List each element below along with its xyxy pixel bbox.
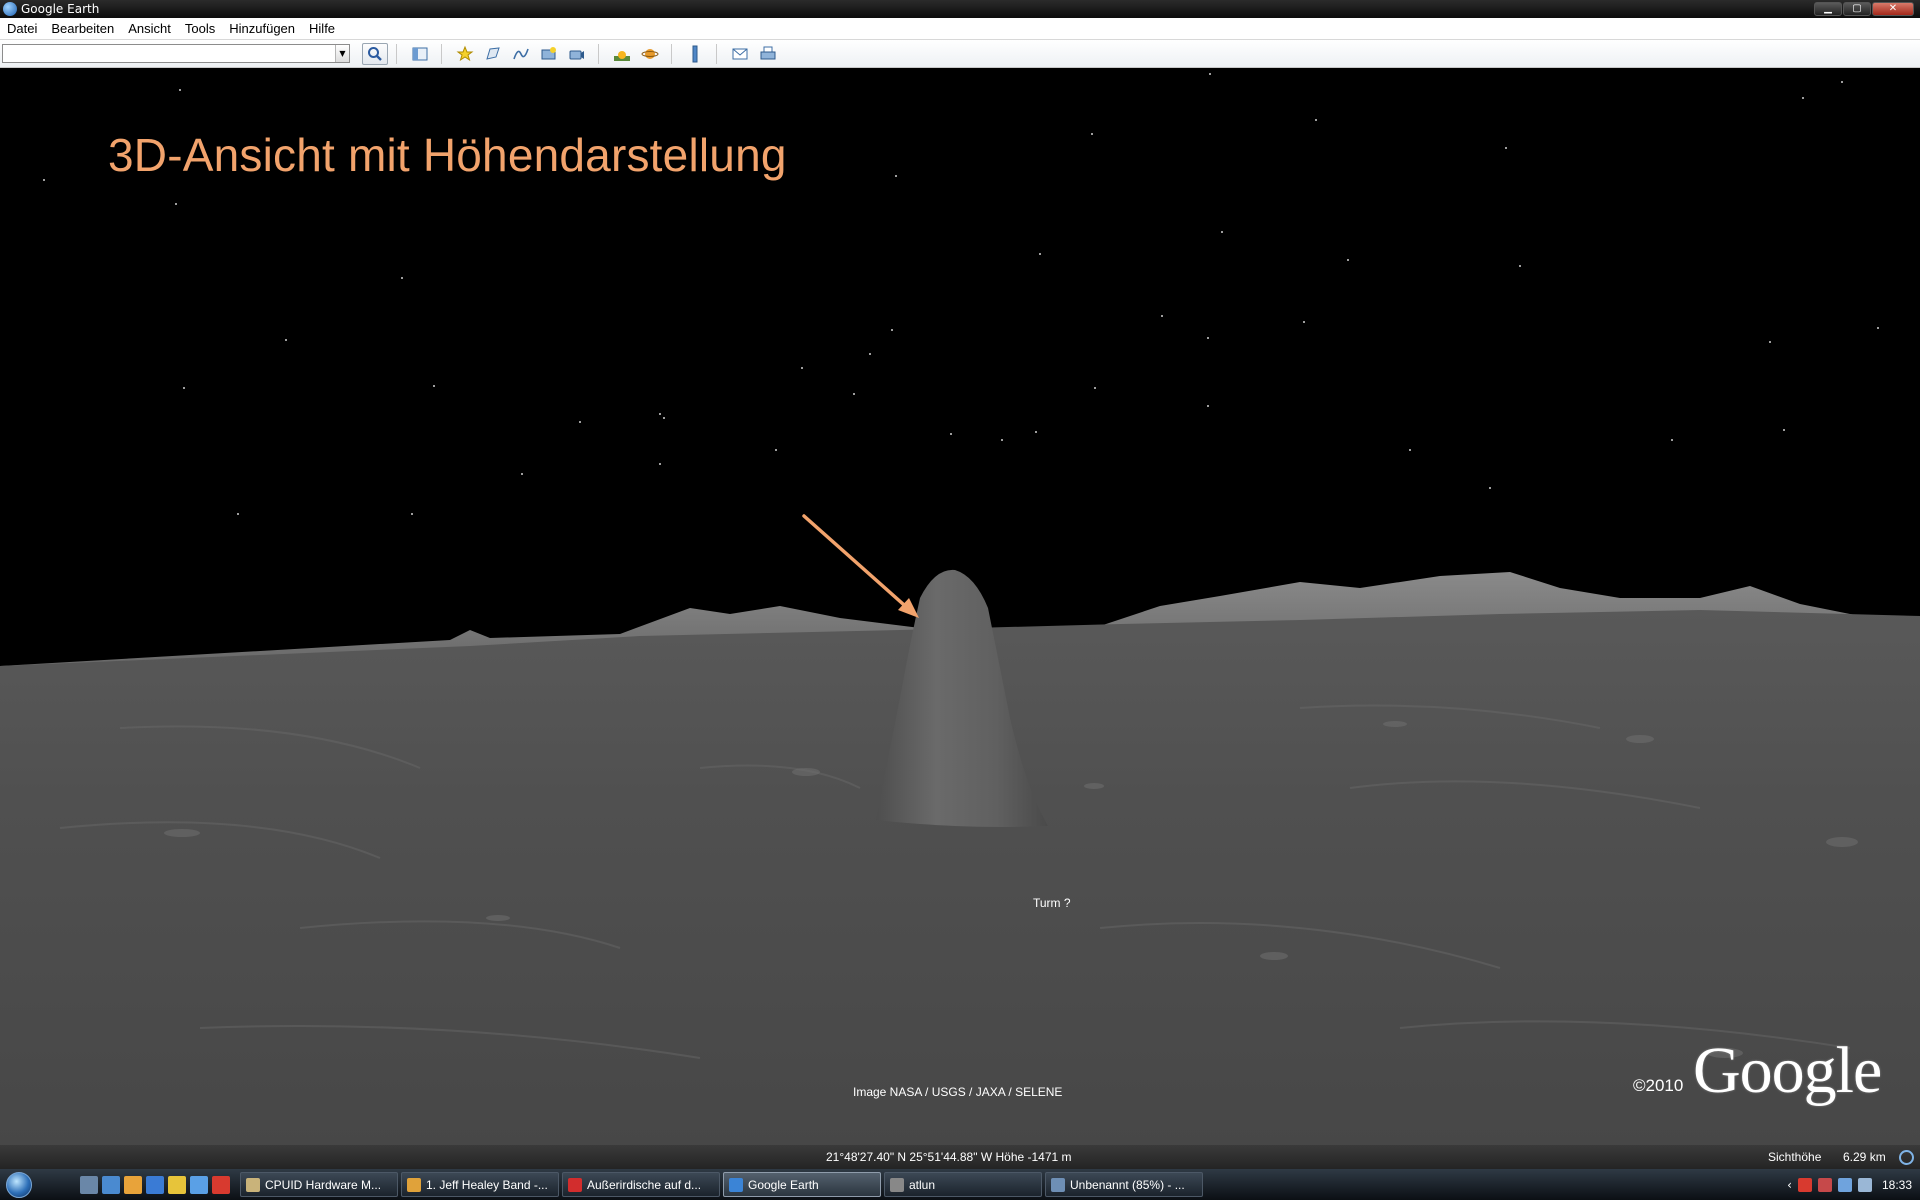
- task-label: 1. Jeff Healey Band -...: [426, 1177, 548, 1192]
- toolbar-separator: [396, 43, 397, 64]
- sunlight-button[interactable]: [609, 43, 635, 65]
- annotation-heading: 3D-Ansicht mit Höhendarstellung: [108, 129, 787, 181]
- switch-windows-icon[interactable]: [146, 1175, 164, 1194]
- tray-volume-icon[interactable]: [1857, 1177, 1872, 1192]
- windows-logo-icon: [6, 1171, 32, 1198]
- imagery-credit: Image NASA / USGS / JAXA / SELENE: [853, 1085, 1063, 1099]
- task-label: Unbenannt (85%) - ...: [1070, 1177, 1185, 1192]
- taskbar-button[interactable]: CPUID Hardware M...: [240, 1172, 398, 1197]
- copyright-text: ©2010: [1633, 1076, 1684, 1095]
- system-tray: ‹ 18:33: [1787, 1169, 1920, 1200]
- email-icon: [732, 48, 748, 59]
- placemark-icon: [456, 45, 474, 61]
- add-path-button[interactable]: [508, 43, 534, 65]
- chevron-down-icon[interactable]: ▼: [335, 45, 349, 62]
- status-bar: 21°48'27.40" N 25°51'44.88" W Höhe -1471…: [0, 1145, 1920, 1169]
- winamp-icon[interactable]: [124, 1175, 142, 1194]
- window-controls: ▁ ▢ ✕: [1814, 2, 1914, 16]
- eye-altitude-value: 6.29 km: [1843, 1150, 1886, 1164]
- windows-taskbar: CPUID Hardware M... 1. Jeff Healey Band -…: [0, 1169, 1920, 1200]
- ruler-icon: [692, 45, 698, 62]
- search-icon: [368, 46, 382, 61]
- task-buttons: CPUID Hardware M... 1. Jeff Healey Band -…: [240, 1172, 1203, 1197]
- taskbar-button[interactable]: Außerirdische auf d...: [562, 1172, 720, 1197]
- add-placemark-button[interactable]: [452, 43, 478, 65]
- tray-opera-icon[interactable]: [1797, 1177, 1812, 1192]
- start-button[interactable]: [0, 1169, 38, 1200]
- computer-icon[interactable]: [102, 1175, 120, 1194]
- annotation-arrow-line: [802, 514, 914, 614]
- sunlight-icon: [614, 50, 630, 61]
- media-player-icon[interactable]: [168, 1175, 186, 1194]
- chevron-left-icon[interactable]: ‹: [1787, 1178, 1792, 1192]
- record-tour-button[interactable]: [564, 43, 590, 65]
- menu-hinzufuegen[interactable]: Hinzufügen: [222, 21, 302, 36]
- sidebar-toggle-button[interactable]: [407, 43, 433, 65]
- menu-bearbeiten[interactable]: Bearbeiten: [44, 21, 121, 36]
- taskbar-button[interactable]: atlun: [884, 1172, 1042, 1197]
- toolbar: ▼: [0, 40, 1920, 68]
- print-button[interactable]: [755, 43, 781, 65]
- toolbar-separator: [716, 43, 717, 64]
- window-title: Google Earth: [21, 2, 100, 16]
- polygon-icon: [486, 46, 500, 60]
- clock[interactable]: 18:33: [1882, 1178, 1912, 1192]
- placemark-label[interactable]: Turm ?: [1033, 896, 1071, 910]
- menu-tools[interactable]: Tools: [178, 21, 222, 36]
- task-label: Außerirdische auf d...: [587, 1177, 702, 1192]
- toolbar-separator: [671, 43, 672, 64]
- show-desktop-icon[interactable]: [80, 1175, 98, 1194]
- coordinates-readout: 21°48'27.40" N 25°51'44.88" W Höhe -1471…: [826, 1150, 1072, 1164]
- google-earth-app-icon: [3, 2, 17, 16]
- task-label: CPUID Hardware M...: [265, 1177, 382, 1192]
- add-image-overlay-button[interactable]: [536, 43, 562, 65]
- title-bar: Google Earth ▁ ▢ ✕: [0, 0, 1920, 18]
- task-app-icon: [407, 1177, 421, 1192]
- opera-icon[interactable]: [212, 1175, 230, 1194]
- menu-datei[interactable]: Datei: [0, 21, 44, 36]
- add-polygon-button[interactable]: [480, 43, 506, 65]
- task-app-icon: [890, 1177, 904, 1192]
- task-app-icon: [246, 1177, 260, 1192]
- streaming-indicator-icon: [1899, 1150, 1914, 1165]
- maximize-button[interactable]: ▢: [1843, 2, 1871, 16]
- search-combobox[interactable]: ▼: [2, 44, 350, 66]
- print-icon: [760, 46, 776, 59]
- email-button[interactable]: [727, 43, 753, 65]
- toolbar-separator: [441, 43, 442, 64]
- task-label: atlun: [909, 1177, 936, 1192]
- menu-ansicht[interactable]: Ansicht: [121, 21, 178, 36]
- close-button[interactable]: ✕: [1872, 2, 1914, 16]
- task-label: Google Earth: [748, 1177, 819, 1192]
- google-earth-window: Google Earth ▁ ▢ ✕ Datei Bearbeiten Ansi…: [0, 0, 1920, 1200]
- switch-planet-button[interactable]: [637, 43, 663, 65]
- lunar-terrain-scene: [0, 73, 1920, 1148]
- taskbar-button[interactable]: Google Earth: [723, 1172, 881, 1197]
- quick-launch: [80, 1175, 230, 1194]
- ruler-button[interactable]: [682, 43, 708, 65]
- taskbar-button[interactable]: Unbenannt (85%) - ...: [1045, 1172, 1203, 1197]
- 3d-viewer[interactable]: 3D-Ansicht mit Höhendarstellung Turm ? I…: [0, 68, 1920, 1148]
- menu-bar: Datei Bearbeiten Ansicht Tools Hinzufüge…: [0, 18, 1920, 40]
- record-tour-icon: [569, 50, 584, 59]
- taskbar-button[interactable]: 1. Jeff Healey Band -...: [401, 1172, 559, 1197]
- search-input[interactable]: [3, 48, 333, 66]
- search-button[interactable]: [362, 42, 388, 65]
- sidebar-toggle-icon: [412, 47, 428, 60]
- image-overlay-icon: [541, 46, 556, 59]
- task-app-icon: [568, 1177, 582, 1192]
- task-app-icon: [729, 1177, 743, 1192]
- skype-icon[interactable]: [190, 1175, 208, 1194]
- tray-network-icon[interactable]: [1837, 1177, 1852, 1192]
- path-icon: [513, 48, 529, 59]
- toolbar-separator: [598, 43, 599, 64]
- tray-network-warning-icon[interactable]: [1817, 1177, 1832, 1192]
- eye-altitude-label: Sichthöhe: [1768, 1150, 1822, 1164]
- task-app-icon: [1051, 1177, 1065, 1192]
- menu-hilfe[interactable]: Hilfe: [302, 21, 342, 36]
- google-logo: Google: [1693, 1034, 1882, 1107]
- minimize-button[interactable]: ▁: [1814, 2, 1842, 16]
- planet-switch-icon: [641, 48, 659, 59]
